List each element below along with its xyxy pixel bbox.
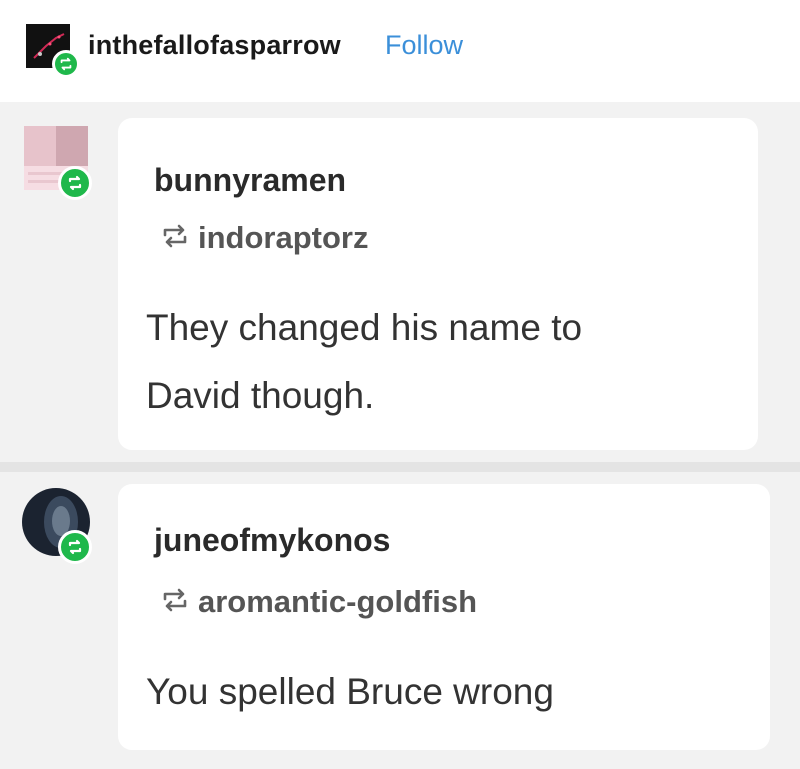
follow-button[interactable]: Follow (385, 30, 463, 61)
divider (0, 462, 800, 472)
blog-name[interactable]: inthefallofasparrow (88, 30, 341, 61)
reblog-icon (163, 588, 187, 612)
username[interactable]: juneofmykonos (154, 522, 390, 559)
post-text: They changed his name to (146, 307, 583, 348)
reblog-card: bunnyramen indoraptorz They changed his … (118, 118, 758, 450)
post-text: David though. (146, 375, 375, 416)
reblogged-from[interactable]: aromantic-goldfish (198, 584, 477, 620)
reblog-icon (163, 224, 187, 248)
post-header: inthefallofasparrow Follow (0, 0, 800, 102)
reblog-badge-icon (58, 166, 92, 200)
post-text: You spelled Bruce wrong (146, 671, 554, 712)
username[interactable]: bunnyramen (154, 162, 346, 199)
reblogged-from[interactable]: indoraptorz (198, 220, 369, 256)
reblog-card: juneofmykonos aromantic-goldfish You spe… (118, 484, 770, 750)
reblog-badge-icon (52, 50, 80, 78)
reblog-badge-icon (58, 530, 92, 564)
